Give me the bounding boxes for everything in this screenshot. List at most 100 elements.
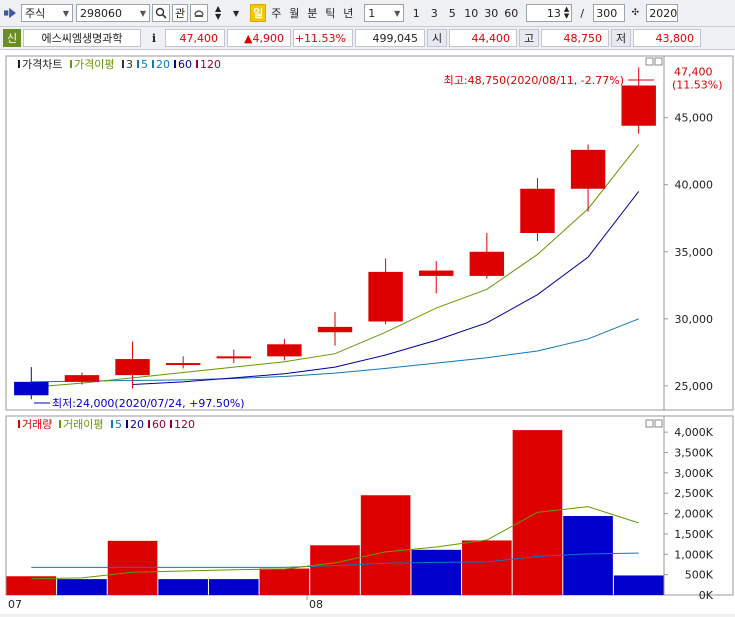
period-tab-minute[interactable]: 분 [304,4,320,22]
candle-body[interactable] [14,381,49,396]
high-annotation: 최고:48,750(2020/08/11, -2.77%) [444,74,624,87]
legend-ma-5-marker [137,60,139,68]
price-pane-minimize-icon[interactable] [645,57,654,66]
chevron-down-icon: ▼ [139,8,146,18]
quick-interval-10[interactable]: 10 [462,4,480,22]
legend-ma-60: 60 [178,58,192,71]
candle-body[interactable] [419,270,454,276]
x-label-august: 08 [309,598,323,611]
last-price-pct-label: (11.53%) [672,79,723,92]
price-change-percent: +11.53% [293,29,353,47]
volume-pane-close-icon[interactable] [654,419,663,428]
chart-area[interactable]: 가격차트 가격이평 3 5 20 60 120 25,000 30,000 35,000 40,00… [0,50,735,614]
quote-bar: 신 에스씨엠생명과학 i 47,400 ▲4,900 +11.53% 499,0… [0,27,735,50]
quick-interval-3[interactable]: 3 [426,4,442,22]
order-arrow-icon[interactable] [2,4,18,22]
date-value: 2020/ [649,6,679,20]
quick-interval-30[interactable]: 30 [482,4,500,22]
volume-bar[interactable] [6,576,57,595]
price-pane-close-icon[interactable] [654,57,663,66]
candle-body[interactable] [267,344,302,357]
market-select-value: 주식 [25,7,46,20]
volume-bar[interactable] [360,495,411,595]
period-tab-week[interactable]: 주 [268,4,284,22]
candle-body[interactable] [317,326,353,333]
quick-interval-1[interactable]: 1 [408,4,424,22]
quick-interval-60[interactable]: 60 [502,4,520,22]
volume-bar[interactable] [462,540,512,595]
price-tick-label: 30,000 [675,313,714,326]
total-count-input[interactable]: 300 [593,4,626,22]
open-price: 44,400 [449,29,517,47]
legend-ma-3: 3 [126,58,133,71]
volume-tick-label: 4,000K [674,426,713,439]
volume-pane-minimize-icon[interactable] [645,419,654,428]
low-annotation: 최저:24,000(2020/07/24, +97.50%) [52,397,245,410]
candle-body[interactable] [216,356,251,359]
high-label: 고 [519,29,539,47]
volume-bar[interactable] [613,575,664,595]
chart-canvas[interactable]: 가격차트 가격이평 3 5 20 60 12025,00030,00035,00040,00… [0,50,735,614]
volume-bar[interactable] [411,549,462,595]
expand-icon[interactable]: ✣ [627,4,643,22]
legend-ma-3-marker [122,60,124,68]
candle-body[interactable] [621,85,656,126]
interval-select[interactable]: 1 ▼ [364,4,405,22]
market-select[interactable]: 주식 ▼ [21,4,73,22]
legend-price-chart-marker [18,60,20,68]
date-input[interactable]: 2020/ [646,4,679,22]
legend-volume-marker [18,420,20,428]
price-tick-label: 40,000 [675,179,714,192]
volume-bar[interactable] [563,516,613,595]
volume-bar[interactable] [158,579,208,595]
stock-name[interactable]: 에스씨엠생명과학 [23,29,141,47]
candle-body[interactable] [520,188,555,233]
legend-volume-ma-marker [59,420,61,428]
legend-vma-120: 120 [174,418,195,431]
count-stepper-icon[interactable]: ▲ ▼ [564,6,569,20]
legend-vma-5: 5 [115,418,122,431]
legend-ma-20-marker [152,60,154,68]
count-slash: / [580,6,585,20]
volume-tick-label: 2,000K [674,508,713,521]
period-tab-year[interactable]: 년 [340,4,356,22]
volume-bar[interactable] [208,579,259,595]
legend-ma-120: 120 [200,58,221,71]
price-tick-label: 45,000 [675,112,714,125]
legend-vma-60-marker [148,420,150,428]
volume-tick-label: 0K [699,589,714,602]
volume-bar[interactable] [310,545,360,595]
legend-ma-20: 20 [156,58,170,71]
low-price: 43,800 [633,29,701,47]
price-tick-label: 25,000 [675,380,714,393]
period-tab-month[interactable]: 월 [286,4,302,22]
period-tab-tick[interactable]: 틱 [322,4,338,22]
info-button[interactable]: i [145,29,163,47]
chevron-down-icon[interactable]: ▼ [228,4,244,22]
candle-body[interactable] [368,271,403,322]
candle-body[interactable] [469,251,505,276]
trade-volume: 499,045 [355,29,425,47]
volume-tick-label: 2,500K [674,487,713,500]
legend-price-ma-marker [70,60,72,68]
candle-body[interactable] [165,363,201,366]
current-price: 47,400 [165,29,225,47]
candle-body[interactable] [570,149,606,189]
up-down-stepper-icon[interactable]: ▲ ▼ [210,4,226,22]
volume-bar[interactable] [107,540,158,595]
candle-body[interactable] [115,359,150,376]
candle-body[interactable] [64,375,100,382]
legend-vma-60: 60 [152,418,166,431]
period-tab-day[interactable]: 일 [250,4,267,22]
link-icon[interactable] [190,4,209,22]
quick-interval-5[interactable]: 5 [444,4,460,22]
display-count-input[interactable]: 13 ▲ ▼ [526,4,573,22]
stock-code-input[interactable]: 298060 ▼ [76,4,150,22]
volume-bar[interactable] [259,568,310,595]
open-label: 시 [427,29,447,47]
watchlist-button[interactable]: 관 [172,4,189,22]
chevron-down-icon: ▼ [62,8,69,18]
legend-ma-120-marker [196,60,198,68]
volume-bar[interactable] [57,579,107,595]
search-icon[interactable] [152,4,170,22]
